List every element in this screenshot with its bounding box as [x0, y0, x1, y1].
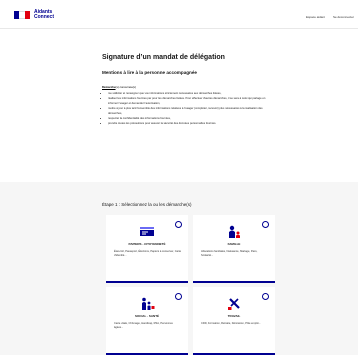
card-radio[interactable] [175, 221, 182, 228]
demarche-label-suffix: (s) concernée(s) [115, 85, 136, 89]
family-icon [229, 225, 240, 238]
card-title: FAMILLE [227, 242, 241, 246]
card-radio[interactable] [262, 293, 269, 300]
work-icon [228, 298, 240, 310]
mention-item: mettre à jour à plus tard l'ensemble des… [108, 107, 268, 117]
card-radio[interactable] [262, 221, 269, 228]
mention-item: respecter la confidentialité des informa… [108, 117, 268, 122]
mention-item: réaliser les informations fournies par p… [108, 97, 268, 107]
social-icon [142, 297, 155, 310]
brand-logo[interactable]: Aidants Connect [14, 10, 54, 20]
card-title: PAPIERS - CITOYENNETÉ [128, 242, 166, 246]
card-description: Carte vitale, Chômage, Handicap, RSA, Pe… [114, 322, 173, 329]
papers-icon [140, 227, 154, 236]
brand-name: Aidants Connect [34, 10, 54, 20]
card-description: État-civil, Passeport, Élections, Papier… [114, 250, 182, 257]
card-description: Allocations familiales, Naissance, Maria… [201, 250, 258, 257]
page-title: Signature d’un mandat de délégation [102, 54, 225, 61]
header-divider [0, 28, 358, 29]
step-label: Étape 1 : Sélectionnez la ou les démarch… [102, 202, 192, 207]
card-papiers-citoyennete[interactable]: PAPIERS - CITOYENNETÉ État-civil, Passep… [106, 215, 188, 283]
card-description: CDD, Formation, Retraite, Démission, Pôl… [201, 322, 261, 325]
card-title: TRAVAIL [227, 314, 241, 318]
card-radio[interactable] [175, 293, 182, 300]
card-famille[interactable]: FAMILLE Allocations familiales, Naissanc… [193, 215, 275, 283]
card-travail[interactable]: TRAVAIL CDD, Formation, Retraite, Démiss… [193, 287, 275, 355]
header-links: Espace aidant Se déconnecter [306, 15, 354, 19]
french-flag-icon [14, 11, 30, 19]
page-subtitle: Mentions à lire à la personne accompagné… [102, 70, 197, 75]
espace-aidant-link[interactable]: Espace aidant [306, 15, 325, 19]
demarche-label: Démarche(s) concernée(s) [102, 85, 136, 89]
demarche-label-word: Démarche [102, 85, 116, 89]
card-title: SOCIAL - SANTÉ [134, 314, 160, 318]
card-social-sante[interactable]: SOCIAL - SANTÉ Carte vitale, Chômage, Ha… [106, 287, 188, 355]
site-header: Aidants Connect Espace aidant Se déconne… [0, 0, 358, 28]
brand-name-line2: Connect [34, 14, 54, 20]
mention-item: prendre toutes les précautions pour assu… [108, 122, 268, 127]
mentions-list: me solliciter et renseigner que vos info… [108, 92, 268, 127]
logout-link[interactable]: Se déconnecter [333, 15, 354, 19]
